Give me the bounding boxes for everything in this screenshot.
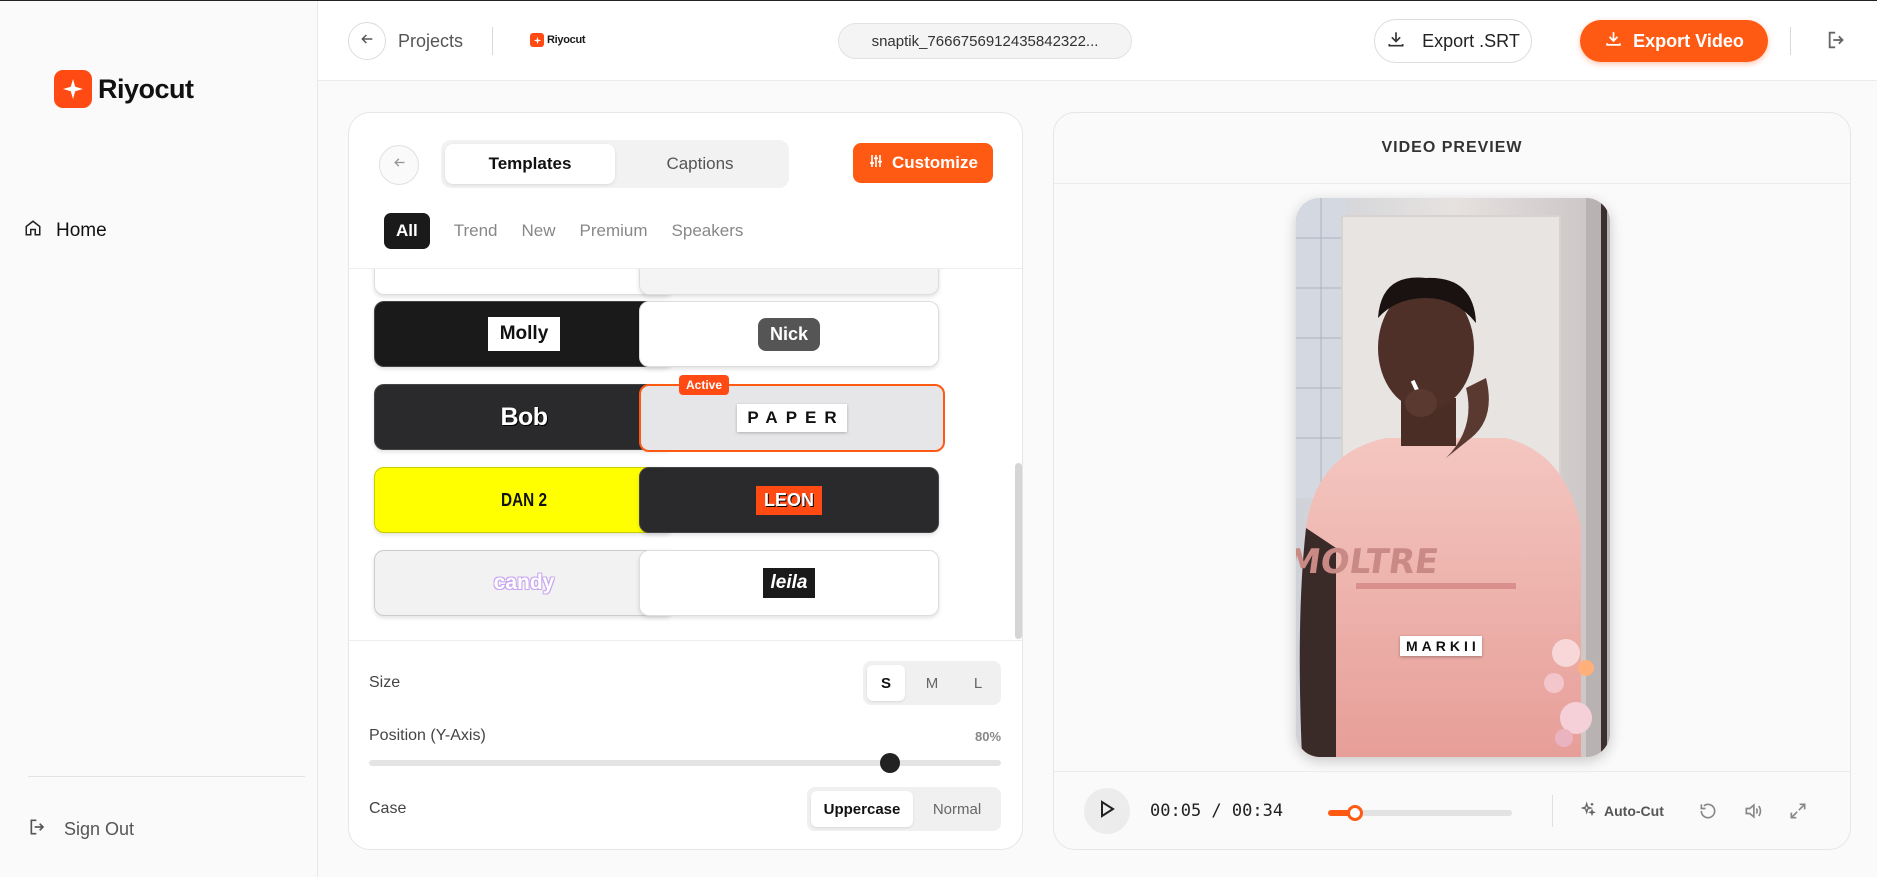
template-name: candy — [493, 571, 555, 594]
active-badge: Active — [679, 375, 730, 395]
preview-title: VIDEO PREVIEW — [1381, 139, 1523, 156]
panel-back-button[interactable] — [379, 145, 419, 185]
logo-text: Riyocut — [98, 73, 194, 104]
size-option-m[interactable]: M — [913, 665, 951, 701]
reset-icon[interactable] — [1698, 801, 1718, 826]
caption-overlay: MARKII — [1400, 636, 1482, 656]
export-video-label: Export Video — [1633, 30, 1744, 51]
video-preview-panel: VIDEO PREVIEW MOLTRE MARKII 00:05 / 00:3… — [1053, 112, 1851, 850]
sparkle-logo-icon — [54, 70, 92, 108]
header-divider — [1790, 27, 1791, 55]
play-icon — [1099, 799, 1115, 823]
video-frame: MOLTRE — [1296, 198, 1610, 757]
size-selector: S M L — [863, 661, 1001, 705]
position-value: 80% — [975, 729, 1002, 744]
template-name: DAN 2 — [501, 489, 547, 510]
logout-icon[interactable] — [1826, 29, 1848, 56]
controls-divider — [1054, 771, 1850, 772]
case-label: Case — [369, 800, 407, 817]
volume-icon[interactable] — [1742, 801, 1764, 826]
panel-tabs: Templates Captions — [441, 140, 789, 188]
preview-divider — [1054, 183, 1850, 184]
settings-divider — [349, 640, 1022, 641]
export-srt-label: Export .SRT — [1422, 30, 1520, 51]
customize-button[interactable]: Customize — [853, 143, 993, 183]
template-filters: All Trend New Premium Speakers — [384, 213, 767, 249]
video-player[interactable]: MOLTRE MARKII — [1296, 198, 1610, 757]
logo[interactable]: Riyocut — [54, 70, 194, 108]
sign-out-button[interactable]: Sign Out — [28, 817, 134, 842]
template-name: LEON — [755, 485, 822, 515]
mini-logo-text: Riyocut — [547, 34, 586, 46]
sign-out-icon — [28, 817, 48, 842]
timecode: 00:05 / 00:34 — [1150, 801, 1284, 821]
play-button[interactable] — [1084, 788, 1130, 834]
filter-premium[interactable]: Premium — [580, 221, 648, 241]
template-tile-partial[interactable] — [374, 269, 674, 295]
projects-link[interactable]: Projects — [398, 31, 463, 52]
sidebar-item-label: Home — [56, 220, 107, 241]
header-divider — [492, 27, 493, 55]
template-tile-leila[interactable]: leila — [639, 550, 939, 616]
sidebar: Riyocut Home Sign Out — [0, 1, 318, 877]
sparkles-icon — [1580, 801, 1596, 820]
case-selector: Uppercase Normal — [807, 787, 1001, 831]
export-video-button[interactable]: Export Video — [1580, 20, 1768, 62]
filter-new[interactable]: New — [522, 221, 556, 241]
sidebar-item-home[interactable]: Home — [24, 219, 107, 243]
shirt-print-text: MOLTRE — [1296, 542, 1441, 582]
project-logo: Riyocut — [530, 33, 586, 47]
template-tile-dan-2[interactable]: DAN 2 — [374, 467, 674, 533]
position-label: Position (Y-Axis) — [369, 727, 486, 744]
filter-speakers[interactable]: Speakers — [672, 221, 744, 241]
template-name: Bob — [500, 402, 548, 431]
fullscreen-icon[interactable] — [1788, 801, 1808, 826]
template-name: PAPER — [737, 404, 847, 432]
template-tile-candy[interactable]: candy — [374, 550, 674, 616]
template-name: Molly — [487, 317, 561, 351]
project-filename[interactable]: snaptik_7666756912435842322... — [838, 23, 1132, 59]
filter-all[interactable]: All — [384, 213, 430, 249]
download-icon — [1386, 29, 1406, 54]
template-tile-partial[interactable] — [639, 269, 939, 295]
position-slider-thumb[interactable] — [880, 753, 900, 773]
case-option-normal[interactable]: Normal — [917, 791, 997, 827]
template-name: leila — [762, 568, 816, 598]
back-to-projects-button[interactable] — [348, 22, 386, 60]
template-name: Nick — [757, 317, 821, 351]
position-slider-track[interactable] — [369, 760, 1001, 766]
arrow-left-icon — [359, 31, 375, 52]
template-grid: Molly Nick Bob PAPER Active DAN 2 LEON c… — [349, 268, 1022, 640]
template-tile-nick[interactable]: Nick — [639, 301, 939, 367]
export-srt-button[interactable]: Export .SRT — [1374, 19, 1532, 63]
template-tile-bob[interactable]: Bob — [374, 384, 674, 450]
sliders-icon — [868, 153, 884, 174]
download-icon — [1604, 29, 1623, 53]
template-tile-molly[interactable]: Molly — [374, 301, 674, 367]
filter-trend[interactable]: Trend — [454, 221, 498, 241]
home-icon — [24, 219, 42, 243]
case-option-uppercase[interactable]: Uppercase — [811, 791, 913, 827]
tab-captions[interactable]: Captions — [615, 144, 785, 184]
tab-templates[interactable]: Templates — [445, 144, 615, 184]
size-option-l[interactable]: L — [959, 665, 997, 701]
auto-cut-label: Auto-Cut — [1604, 802, 1664, 819]
auto-cut-button[interactable]: Auto-Cut — [1580, 801, 1664, 820]
controls-divider — [1552, 795, 1553, 827]
template-tile-leon[interactable]: LEON — [639, 467, 939, 533]
seek-thumb[interactable] — [1347, 805, 1364, 821]
sign-out-label: Sign Out — [64, 819, 135, 839]
arrow-left-icon — [392, 155, 407, 175]
size-option-s[interactable]: S — [867, 665, 905, 701]
template-grid-scrollbar[interactable] — [1015, 463, 1022, 639]
sidebar-divider — [28, 776, 305, 777]
customize-label: Customize — [892, 153, 978, 172]
caption-styles-panel: Templates Captions Customize All Trend N… — [348, 112, 1023, 850]
size-label: Size — [369, 674, 401, 691]
top-header: Projects Riyocut snaptik_766675691243584… — [318, 1, 1877, 81]
sparkle-logo-icon — [530, 33, 544, 47]
